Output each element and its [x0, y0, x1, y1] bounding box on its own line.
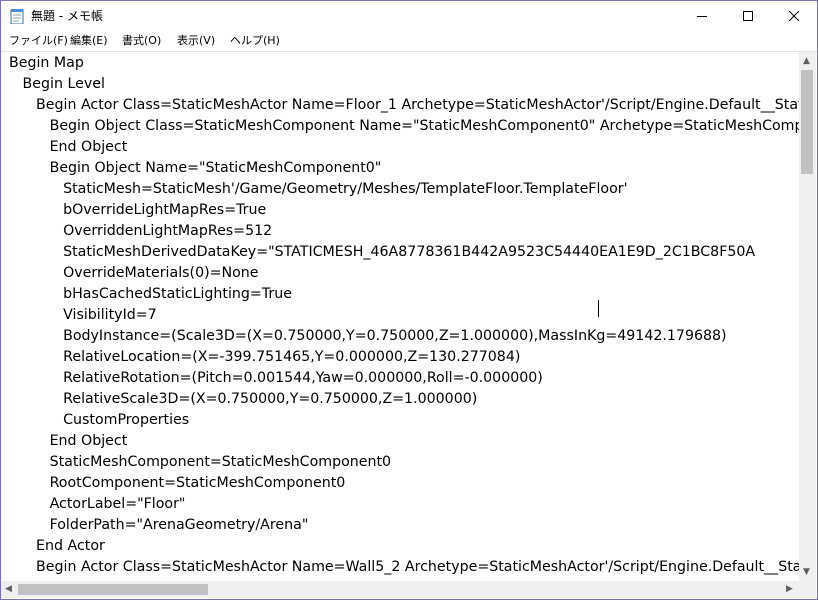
text-line: StaticMesh=StaticMesh'/Game/Geometry/Mes…: [9, 181, 628, 197]
text-line: VisibilityId=7: [9, 307, 157, 323]
text-line: RelativeRotation=(Pitch=0.001544,Yaw=0.0…: [9, 370, 543, 386]
text-line: BodyInstance=(Scale3D=(X=0.750000,Y=0.75…: [9, 328, 727, 344]
text-line: CustomProperties: [9, 412, 190, 428]
text-line: FolderPath="ArenaGeometry/Arena": [9, 517, 309, 533]
text-line: End Actor: [9, 538, 105, 554]
text-line: Begin Level: [9, 76, 105, 92]
menu-format[interactable]: 書式(O): [122, 33, 161, 49]
text-line: StaticMeshComponent=StaticMeshComponent0: [9, 454, 392, 470]
minimize-icon: [697, 16, 707, 17]
menu-file[interactable]: ファイル(F): [9, 33, 68, 49]
text-cursor: [598, 300, 599, 317]
title-bar[interactable]: 無題 - メモ帳: [1, 1, 817, 31]
text-line: OverriddenLightMapRes=512: [9, 223, 273, 239]
close-icon: [789, 11, 799, 21]
text-line: End Object: [9, 433, 128, 449]
text-line: Begin Map: [9, 55, 84, 71]
text-line: RelativeLocation=(X=-399.751465,Y=0.0000…: [9, 349, 521, 365]
notepad-icon: [10, 9, 24, 24]
notepad-window: 無題 - メモ帳 ファイル(F) 編集(E) 書式(O) 表示(V) ヘルプ(H…: [0, 0, 818, 600]
text-line: StaticMeshDerivedDataKey="STATICMESH_46A…: [9, 244, 756, 260]
text-line: RootComponent=StaticMeshComponent0: [9, 475, 346, 491]
menu-bar: ファイル(F) 編集(E) 書式(O) 表示(V) ヘルプ(H): [1, 31, 817, 51]
scroll-down-icon[interactable]: ▼: [803, 568, 810, 577]
text-line: ActorLabel="Floor": [9, 496, 186, 512]
text-line: bOverrideLightMapRes=True: [9, 202, 267, 218]
menu-help[interactable]: ヘルプ(H): [230, 33, 280, 49]
scrollbar-corner: [799, 581, 816, 598]
text-line: OverrideMaterials(0)=None: [9, 265, 259, 281]
close-button[interactable]: [771, 1, 817, 31]
scroll-right-icon[interactable]: ▶: [786, 585, 793, 594]
scroll-up-icon[interactable]: ▲: [803, 57, 810, 66]
horizontal-scroll-thumb[interactable]: [18, 584, 208, 595]
maximize-icon: [743, 11, 753, 21]
minimize-button[interactable]: [679, 1, 725, 31]
text-line: Begin Object Name="StaticMeshComponent0": [9, 160, 382, 176]
vertical-scroll-thumb[interactable]: [801, 70, 813, 174]
text-line: Begin Actor Class=StaticMeshActor Name=F…: [36, 97, 799, 113]
text-line: End Object: [9, 139, 128, 155]
maximize-button[interactable]: [725, 1, 771, 31]
menu-edit[interactable]: 編集(E): [70, 33, 108, 49]
scroll-left-icon[interactable]: ◀: [5, 585, 12, 594]
text-line: Begin Actor Class=StaticMeshActor Name=W…: [36, 559, 799, 575]
text-line: Begin Object Class=StaticMeshComponent N…: [49, 118, 799, 134]
text-editor[interactable]: Begin Map Begin Level Begin Actor Class=…: [1, 52, 799, 581]
text-line: RelativeScale3D=(X=0.750000,Y=0.750000,Z…: [9, 391, 478, 407]
window-title: 無題 - メモ帳: [31, 9, 103, 23]
text-line: bHasCachedStaticLighting=True: [9, 286, 292, 302]
menu-view[interactable]: 表示(V): [177, 33, 215, 49]
